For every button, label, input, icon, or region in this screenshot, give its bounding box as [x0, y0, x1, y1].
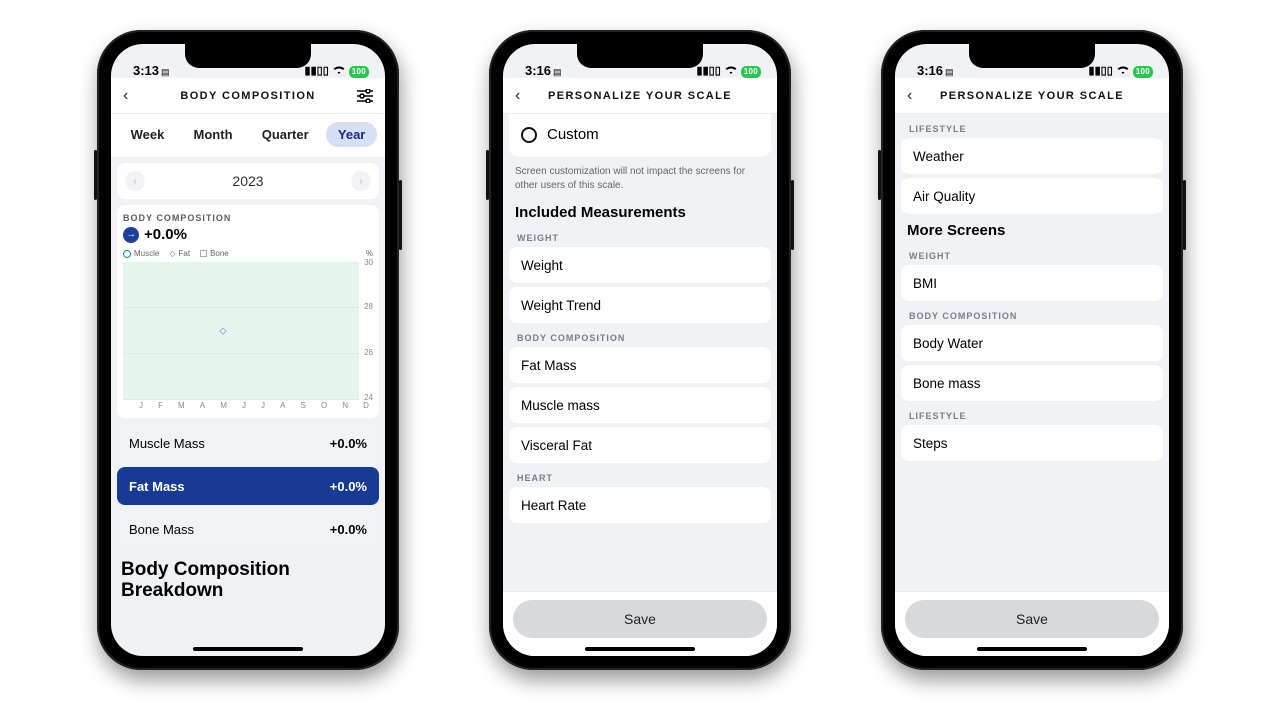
alarm-icon: ▤ — [945, 67, 954, 77]
notch — [185, 44, 311, 68]
group-weight: WEIGHT — [901, 247, 1163, 265]
chart-area[interactable]: 30 28 26 24 ◇ — [123, 262, 373, 400]
breakdown-title: Body Composition Breakdown — [121, 560, 375, 602]
status-time: 3:13 — [133, 63, 159, 78]
group-lifestyle-top: LIFESTYLE — [901, 120, 1163, 138]
back-button[interactable]: ‹ — [515, 87, 533, 105]
row-value: +0.0% — [330, 479, 367, 494]
home-indicator — [193, 647, 303, 651]
year-next-button[interactable]: › — [351, 171, 371, 191]
alarm-icon: ▤ — [553, 67, 562, 77]
chart-legend: Muscle Fat Bone % — [123, 249, 373, 258]
item-visceral-fat[interactable]: Visceral Fat — [509, 427, 771, 463]
row-label: Muscle Mass — [129, 436, 205, 451]
group-weight: WEIGHT — [509, 229, 771, 247]
back-button[interactable]: ‹ — [907, 87, 925, 105]
wifi-icon — [1116, 65, 1130, 78]
notch — [969, 44, 1095, 68]
nav-header: ‹ BODY COMPOSITION — [111, 78, 385, 114]
notch — [577, 44, 703, 68]
row-fat-mass[interactable]: Fat Mass +0.0% — [117, 467, 379, 505]
x-axis-months: JF MA MJ JA SO ND — [123, 401, 373, 410]
phone-2: 3:16▤ ▮▮▯▯ 100 ‹ PERSONALIZE YOUR SCALE … — [489, 30, 791, 670]
battery-icon: 100 — [1133, 66, 1153, 78]
trend-arrow-icon: → — [123, 227, 139, 243]
section-included: Included Measurements — [509, 202, 771, 229]
tab-quarter[interactable]: Quarter — [250, 122, 321, 147]
row-value: +0.0% — [330, 436, 367, 451]
chart-card: BODY COMPOSITION → +0.0% Muscle Fat Bone… — [117, 205, 379, 418]
item-bone-mass[interactable]: Bone mass — [901, 365, 1163, 401]
range-tabs: Week Month Quarter Year — [111, 114, 385, 157]
ytick-28: 28 — [364, 302, 373, 311]
item-air-quality[interactable]: Air Quality — [901, 178, 1163, 214]
group-lifestyle: LIFESTYLE — [901, 407, 1163, 425]
save-button[interactable]: Save — [905, 600, 1159, 638]
list-settings-button[interactable] — [355, 89, 373, 103]
alarm-icon: ▤ — [161, 67, 170, 77]
nav-header: ‹ PERSONALIZE YOUR SCALE — [895, 78, 1169, 114]
signal-icon: ▮▮▯▯ — [305, 66, 329, 77]
row-label: Bone Mass — [129, 522, 194, 537]
status-time: 3:16 — [525, 63, 551, 78]
row-label: Fat Mass — [129, 479, 185, 494]
item-fat-mass[interactable]: Fat Mass — [509, 347, 771, 383]
battery-icon: 100 — [741, 66, 761, 78]
signal-icon: ▮▮▯▯ — [1089, 66, 1113, 77]
phone-1: 3:13▤ ▮▮▯▯ 100 ‹ BODY COMPOSITION We — [97, 30, 399, 670]
group-heart: HEART — [509, 469, 771, 487]
wifi-icon — [332, 65, 346, 78]
data-point-fat: ◇ — [220, 326, 227, 337]
phone-3: 3:16▤ ▮▮▯▯ 100 ‹ PERSONALIZE YOUR SCALE … — [881, 30, 1183, 670]
legend-muscle: Muscle — [123, 249, 159, 258]
tab-year[interactable]: Year — [326, 122, 377, 147]
save-button[interactable]: Save — [513, 600, 767, 638]
section-more-screens: More Screens — [901, 220, 1163, 247]
item-weather[interactable]: Weather — [901, 138, 1163, 174]
item-weight-trend[interactable]: Weight Trend — [509, 287, 771, 323]
home-indicator — [977, 647, 1087, 651]
row-value: +0.0% — [330, 522, 367, 537]
radio-unchecked-icon — [521, 127, 537, 143]
tab-week[interactable]: Week — [119, 122, 177, 147]
ytick-26: 26 — [364, 348, 373, 357]
signal-icon: ▮▮▯▯ — [697, 66, 721, 77]
home-indicator — [585, 647, 695, 651]
page-title: PERSONALIZE YOUR SCALE — [533, 90, 747, 102]
legend-bone: Bone — [200, 249, 229, 258]
row-bone-mass[interactable]: Bone Mass +0.0% — [117, 510, 379, 548]
year-picker: ‹ 2023 › — [117, 163, 379, 199]
option-label: Custom — [547, 126, 599, 143]
wifi-icon — [724, 65, 738, 78]
item-muscle-mass[interactable]: Muscle mass — [509, 387, 771, 423]
nav-header: ‹ PERSONALIZE YOUR SCALE — [503, 78, 777, 114]
year-label: 2023 — [232, 173, 263, 189]
option-custom[interactable]: Custom — [519, 120, 761, 151]
item-weight[interactable]: Weight — [509, 247, 771, 283]
row-muscle-mass[interactable]: Muscle Mass +0.0% — [117, 424, 379, 462]
group-body-composition: BODY COMPOSITION — [901, 307, 1163, 325]
battery-icon: 100 — [349, 66, 369, 78]
year-prev-button[interactable]: ‹ — [125, 171, 145, 191]
item-heart-rate[interactable]: Heart Rate — [509, 487, 771, 523]
item-body-water[interactable]: Body Water — [901, 325, 1163, 361]
legend-fat: Fat — [169, 249, 190, 258]
status-time: 3:16 — [917, 63, 943, 78]
page-title: PERSONALIZE YOUR SCALE — [925, 90, 1139, 102]
chart-section-label: BODY COMPOSITION — [123, 213, 373, 223]
tab-month[interactable]: Month — [182, 122, 245, 147]
page-title: BODY COMPOSITION — [141, 90, 355, 102]
customization-caption: Screen customization will not impact the… — [509, 165, 771, 202]
ytick-30: 30 — [364, 258, 373, 267]
group-body-composition: BODY COMPOSITION — [509, 329, 771, 347]
ytick-24: 24 — [364, 393, 373, 402]
item-bmi[interactable]: BMI — [901, 265, 1163, 301]
back-button[interactable]: ‹ — [123, 87, 141, 105]
legend-unit: % — [366, 249, 373, 258]
item-steps[interactable]: Steps — [901, 425, 1163, 461]
total-delta: +0.0% — [144, 226, 187, 243]
